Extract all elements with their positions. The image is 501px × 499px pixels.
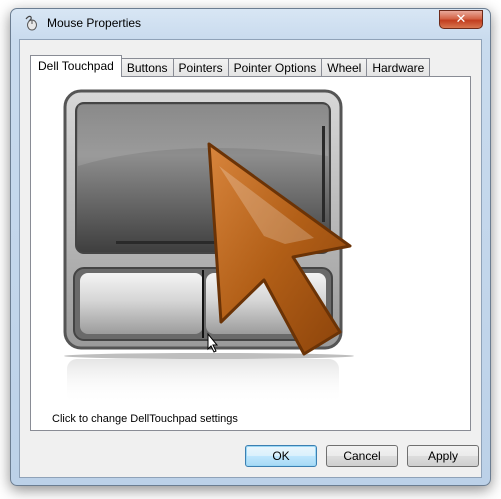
vertical-scroll-strip (322, 126, 325, 222)
tab-dell-touchpad[interactable]: Dell Touchpad (30, 55, 122, 77)
touchpad-settings-hint: Click to change DellTouchpad settings (52, 413, 238, 425)
tab-pointer-options[interactable]: Pointer Options (227, 58, 323, 77)
mouse-properties-window: Mouse Properties ✕ Dell Touchpad Buttons… (10, 8, 491, 486)
mouse-icon (23, 15, 39, 31)
cancel-button[interactable]: Cancel (326, 445, 398, 467)
title-bar[interactable]: Mouse Properties ✕ (11, 9, 490, 37)
apply-button[interactable]: Apply (407, 445, 479, 467)
dialog-body: Dell Touchpad Buttons Pointers Pointer O… (19, 39, 482, 478)
touchpad-image[interactable] (59, 86, 374, 406)
tab-strip: Dell Touchpad Buttons Pointers Pointer O… (30, 55, 431, 77)
close-button[interactable]: ✕ (439, 10, 483, 29)
window-title: Mouse Properties (47, 16, 142, 30)
ok-button[interactable]: OK (245, 445, 317, 467)
touchpad-left-button (80, 273, 203, 334)
tab-wheel[interactable]: Wheel (321, 58, 368, 77)
tab-buttons[interactable]: Buttons (120, 58, 174, 77)
tab-hardware[interactable]: Hardware (366, 58, 431, 77)
tab-panel-dell-touchpad: Click to change DellTouchpad settings (30, 76, 471, 431)
tab-pointers[interactable]: Pointers (172, 58, 229, 77)
